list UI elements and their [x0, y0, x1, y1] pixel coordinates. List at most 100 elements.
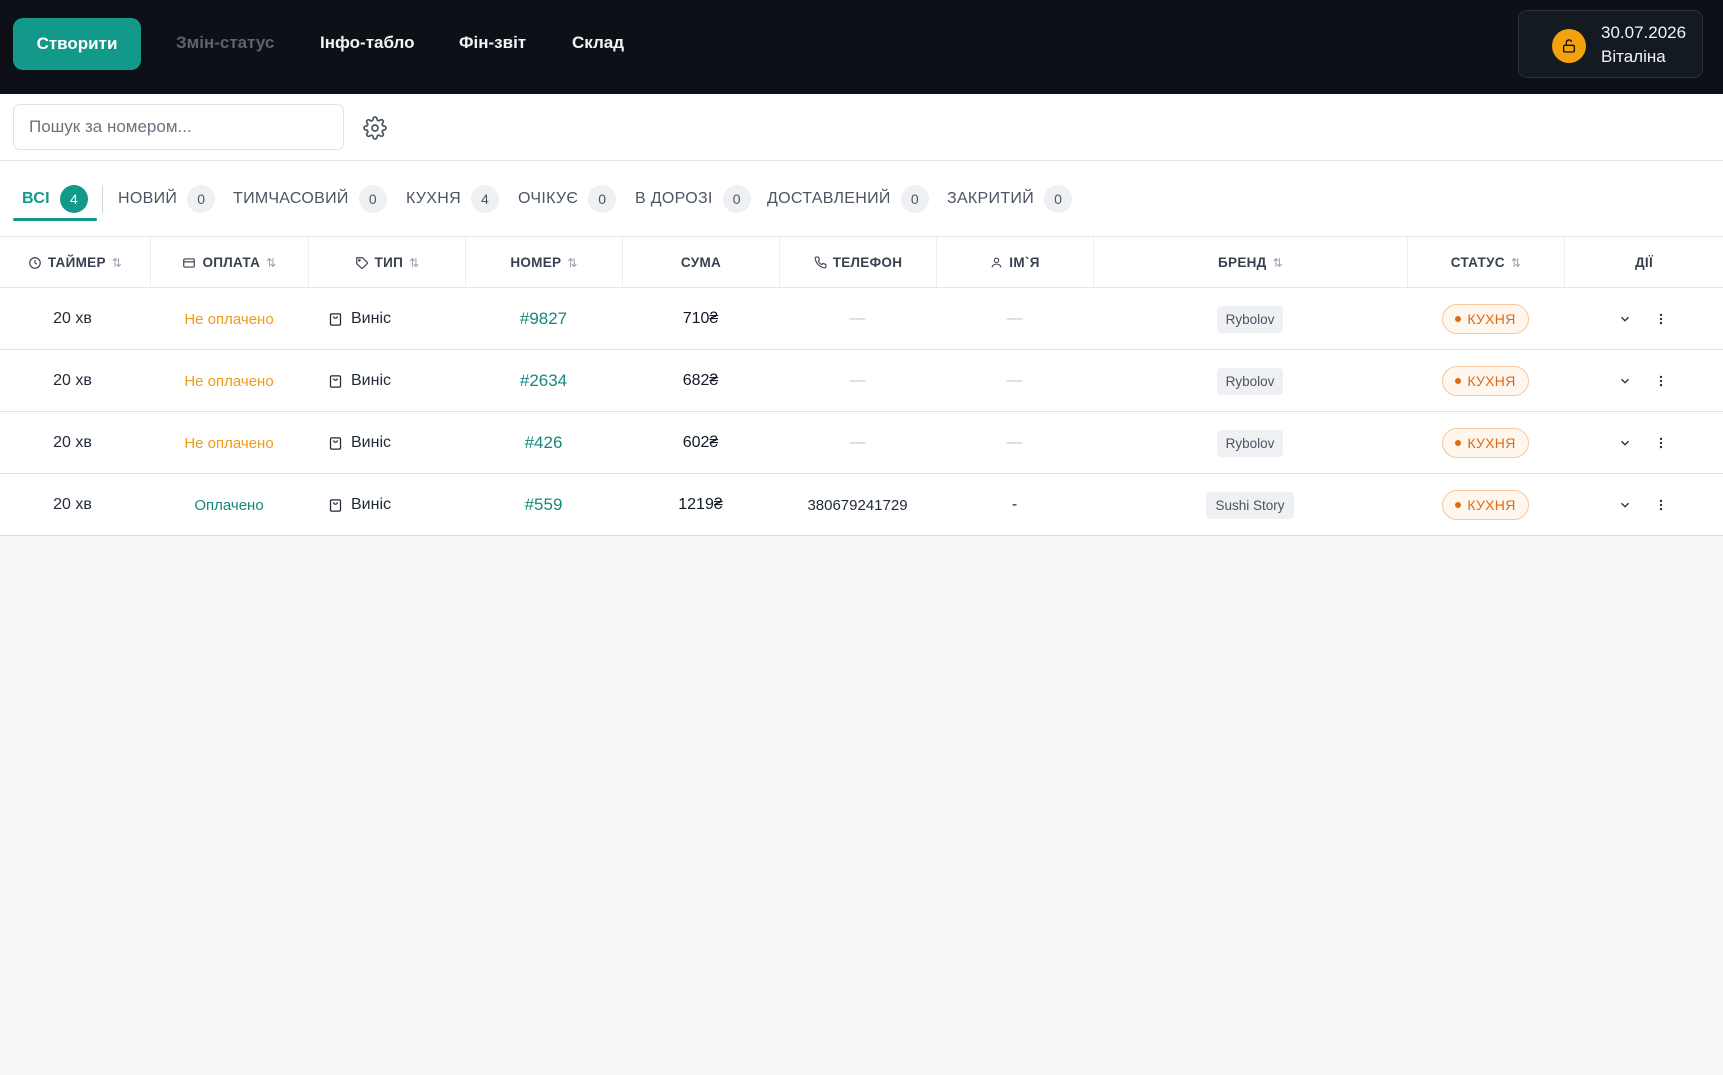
type-cell: Винiс: [328, 288, 465, 350]
tab-kitchen[interactable]: КУХНЯ 4: [406, 184, 499, 214]
brand-badge: Rybolov: [1216, 429, 1284, 457]
tab-count: 0: [187, 185, 216, 213]
status-badge[interactable]: КУХНЯ: [1442, 366, 1529, 396]
tab-closed[interactable]: ЗАКРИТИЙ 0: [947, 184, 1073, 214]
sum-cell: 602₴: [682, 434, 719, 451]
status-label: КУХНЯ: [1467, 373, 1516, 389]
column-header-timer[interactable]: ТАЙМЕР ⇅: [0, 237, 150, 288]
sort-icon[interactable]: ⇅: [409, 256, 419, 270]
create-button[interactable]: Створити: [13, 18, 141, 70]
status-badge[interactable]: КУХНЯ: [1442, 428, 1529, 458]
status-badge[interactable]: КУХНЯ: [1442, 490, 1529, 520]
status-badge[interactable]: КУХНЯ: [1442, 304, 1529, 334]
column-header-phone: ТЕЛЕФОН: [779, 237, 936, 288]
column-header-status[interactable]: СТАТУС ⇅: [1407, 237, 1564, 288]
chevron-down-icon[interactable]: [1613, 369, 1637, 393]
nav-fin-report[interactable]: Фін-звіт: [459, 33, 526, 53]
phone-icon: [814, 256, 827, 269]
tab-count: 0: [900, 185, 929, 213]
tab-label: В ДОРОЗІ: [635, 190, 713, 207]
tag-icon: [355, 256, 368, 269]
tab-label: ЗАКРИТИЙ: [947, 190, 1035, 207]
tab-label: ДОСТАВЛЕНИЙ: [767, 190, 891, 207]
bag-icon: [329, 498, 342, 512]
tab-label: НОВИЙ: [118, 190, 178, 207]
sum-cell: 710₴: [682, 310, 719, 327]
table-row[interactable]: 20 хв Не оплачено Винiс #2634 682₴ — — R…: [0, 350, 1723, 412]
tab-count: 0: [1044, 185, 1073, 213]
sum-cell: 1219₴: [678, 496, 723, 513]
column-header-brand[interactable]: БРЕНД ⇅: [1093, 237, 1407, 288]
column-header-payment[interactable]: ОПЛАТА ⇅: [150, 237, 308, 288]
more-vertical-icon[interactable]: [1649, 369, 1673, 393]
tab-on-the-way[interactable]: В ДОРОЗІ 0: [635, 184, 751, 214]
column-label: ІМ`Я: [1009, 255, 1040, 270]
tab-delivered[interactable]: ДОСТАВЛЕНИЙ 0: [767, 184, 929, 214]
phone-cell: —: [849, 372, 866, 389]
chevron-down-icon[interactable]: [1613, 431, 1637, 455]
table-row[interactable]: 20 хв Не оплачено Винiс #9827 710₴ — — R…: [0, 288, 1723, 350]
tab-label: ТИМЧАСОВИЙ: [233, 190, 349, 207]
orders-table: ТАЙМЕР ⇅ ОПЛАТА ⇅ ТИП ⇅ НОМЕР ⇅ СУМА ТЕЛ…: [0, 236, 1723, 536]
sort-icon[interactable]: ⇅: [112, 256, 122, 270]
lock-open-icon[interactable]: [1552, 29, 1586, 63]
search-input[interactable]: [13, 104, 344, 150]
sort-icon[interactable]: ⇅: [567, 256, 577, 270]
tab-all[interactable]: ВСІ 4: [22, 184, 88, 214]
clock-icon: [29, 256, 41, 269]
column-header-type[interactable]: ТИП ⇅: [308, 237, 465, 288]
status-cell: КУХНЯ: [1407, 350, 1564, 412]
tab-new[interactable]: НОВИЙ 0: [118, 184, 216, 214]
gear-icon[interactable]: [363, 116, 387, 140]
order-number-link[interactable]: #559: [465, 474, 622, 536]
column-header-sum: СУМА: [622, 237, 779, 288]
name-cell: —: [1006, 434, 1023, 451]
type-label: Винiс: [351, 496, 391, 513]
order-number-link[interactable]: #2634: [465, 350, 622, 412]
status-cell: КУХНЯ: [1407, 288, 1564, 350]
tab-waiting[interactable]: ОЧІКУЄ 0: [518, 184, 617, 214]
timer-cell: 20 хв: [53, 372, 92, 389]
name-cell: —: [1006, 310, 1023, 327]
nav-status-change[interactable]: Змін-статус: [176, 33, 274, 53]
timer-cell: 20 хв: [53, 496, 92, 513]
column-header-number[interactable]: НОМЕР ⇅: [465, 237, 622, 288]
brand-cell: Rybolov: [1093, 350, 1407, 412]
phone-cell: 380679241729: [807, 496, 908, 514]
tab-count: 0: [588, 185, 617, 213]
tab-count: 4: [470, 185, 499, 213]
chevron-down-icon[interactable]: [1613, 307, 1637, 331]
column-label: БРЕНД: [1218, 255, 1267, 270]
user-shift-box[interactable]: 30.07.2026 Віталіна: [1518, 10, 1703, 78]
order-number-link[interactable]: #426: [465, 412, 622, 474]
sort-icon[interactable]: ⇅: [1511, 256, 1521, 270]
more-vertical-icon[interactable]: [1649, 493, 1673, 517]
sort-icon[interactable]: ⇅: [1273, 256, 1283, 270]
status-dot: [1455, 440, 1462, 446]
tab-temporary[interactable]: ТИМЧАСОВИЙ 0: [233, 184, 387, 214]
timer-cell: 20 хв: [53, 310, 92, 327]
more-vertical-icon[interactable]: [1649, 307, 1673, 331]
type-cell: Винiс: [328, 412, 465, 474]
tab-count: 0: [358, 185, 387, 213]
status-label: КУХНЯ: [1467, 311, 1516, 327]
more-vertical-icon[interactable]: [1649, 431, 1673, 455]
order-number-link[interactable]: #9827: [465, 288, 622, 350]
brand-cell: Rybolov: [1093, 288, 1407, 350]
column-header-name: ІМ`Я: [936, 237, 1093, 288]
table-row[interactable]: 20 хв Оплачено Винiс #559 1219₴ 38067924…: [0, 474, 1723, 536]
tab-label: ВСІ: [22, 190, 50, 207]
table-row[interactable]: 20 хв Не оплачено Винiс #426 602₴ — — Ry…: [0, 412, 1723, 474]
status-dot: [1455, 502, 1462, 508]
nav-info-board[interactable]: Інфо-табло: [320, 33, 415, 53]
tab-label: ОЧІКУЄ: [518, 190, 579, 207]
status-tabs: ВСІ 4 НОВИЙ 0 ТИМЧАСОВИЙ 0 КУХНЯ 4 ОЧІКУ…: [0, 161, 1723, 236]
column-label: ОПЛАТА: [202, 255, 261, 270]
nav-warehouse[interactable]: Склад: [572, 33, 624, 53]
shift-date: 30.07.2026: [1601, 23, 1687, 42]
sort-icon[interactable]: ⇅: [266, 256, 276, 270]
name-cell: -: [1011, 496, 1018, 513]
chevron-down-icon[interactable]: [1613, 493, 1637, 517]
column-label: СУМА: [680, 255, 722, 270]
column-label: ДІЇ: [1635, 255, 1653, 270]
